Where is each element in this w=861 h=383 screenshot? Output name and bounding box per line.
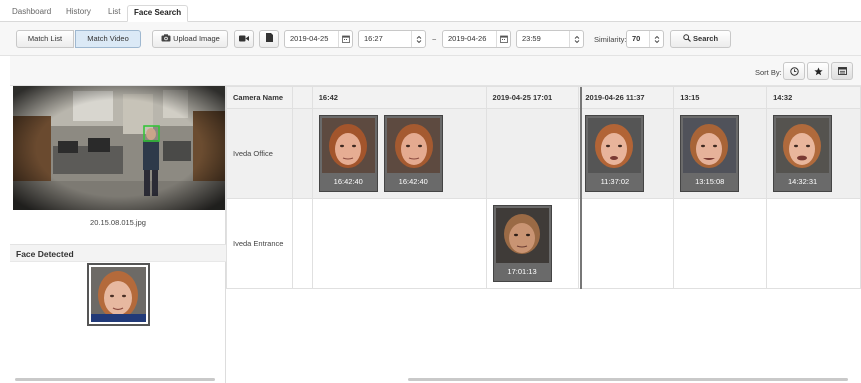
similarity-value: 70	[632, 34, 641, 43]
face-image	[495, 208, 549, 263]
video-camera-icon	[239, 35, 249, 42]
match-thumbnail[interactable]: 11:37:02	[585, 115, 645, 192]
sort-toolbar: Sort By:	[226, 56, 861, 86]
upload-image-label: Upload Image	[173, 34, 220, 43]
source-image-panel: 20.15.08.015.jpg Face Detected	[10, 56, 226, 383]
start-time-field[interactable]: 16:27	[358, 30, 426, 48]
grid-horizontal-scrollbar[interactable]	[408, 378, 848, 381]
match-list-button[interactable]: Match List	[16, 30, 74, 48]
match-cell: 17:01:13	[485, 198, 580, 289]
match-thumbnail[interactable]: 16:42:40	[318, 115, 378, 192]
similarity-stepper-icon[interactable]	[649, 31, 663, 47]
tab-face-search[interactable]: Face Search	[127, 5, 189, 22]
search-toolbar: Match List Match Video Upload Image 2019…	[0, 22, 861, 56]
search-button[interactable]: Search	[670, 30, 731, 48]
empty-cell	[766, 198, 861, 289]
detected-face-thumbnail[interactable]	[87, 263, 150, 326]
face-detected-heading: Face Detected	[10, 244, 226, 262]
time-stepper-icon[interactable]	[569, 31, 583, 47]
match-timestamp: 17:01:13	[507, 267, 537, 276]
similarity-label: Similarity:	[594, 35, 627, 44]
sort-by-rating-button[interactable]	[807, 62, 829, 80]
face-image	[683, 118, 737, 173]
camera-name-cell: Iveda Entrance	[226, 198, 293, 289]
search-label: Search	[693, 34, 719, 43]
table-row: Iveda Office 16:42:40 16:42:40 11:37:02 …	[226, 108, 861, 199]
date-divider-line	[580, 87, 582, 289]
tab-list[interactable]: List	[108, 5, 120, 22]
results-grid-panel: Sort By: Camera Name 16:42 2019-04-25 17…	[226, 56, 861, 383]
match-cell: 13:15:08	[673, 108, 768, 199]
end-time-value: 23:59	[522, 34, 541, 43]
results-table: Camera Name 16:42 2019-04-25 17:01 2019-…	[226, 86, 861, 289]
tab-history[interactable]: History	[66, 5, 91, 22]
match-cell: 16:42:40 16:42:40	[311, 108, 487, 199]
end-time-field[interactable]: 23:59	[516, 30, 584, 48]
column-header: 2019-04-25 17:01	[485, 86, 580, 109]
match-timestamp: 16:42:40	[333, 177, 363, 186]
sort-by-label: Sort By:	[755, 68, 782, 77]
start-date-field[interactable]: 2019-04-25	[284, 30, 353, 48]
face-image	[588, 118, 642, 173]
document-icon	[265, 33, 273, 42]
upload-image-button[interactable]: Upload Image	[152, 30, 228, 48]
match-timestamp: 14:32:31	[787, 177, 818, 186]
column-header	[291, 86, 313, 109]
source-filename: 20.15.08.015.jpg	[90, 218, 146, 227]
similarity-input[interactable]: 70	[626, 30, 664, 48]
empty-cell	[673, 198, 768, 289]
calendar-icon[interactable]	[338, 31, 352, 47]
table-row: Iveda Entrance 17:01:13	[226, 198, 861, 289]
start-time-value: 16:27	[364, 34, 383, 43]
face-image	[776, 118, 830, 173]
match-cell: 14:32:31	[766, 108, 861, 199]
camera-icon	[161, 34, 171, 42]
match-timestamp: 11:37:02	[600, 177, 630, 186]
match-timestamp: 13:15:08	[695, 177, 725, 186]
match-thumbnail[interactable]: 16:42:40	[383, 115, 443, 192]
match-cell: 11:37:02	[578, 108, 675, 199]
column-header: 13:15	[673, 86, 768, 109]
sort-by-time-button[interactable]	[783, 62, 805, 80]
end-date-value: 2019-04-26	[448, 34, 487, 43]
camera-name-cell: Iveda Office	[226, 108, 293, 199]
clock-icon	[789, 66, 799, 76]
match-timestamp: 16:42:40	[398, 177, 428, 186]
source-panel-header	[10, 56, 226, 86]
video-view-button[interactable]	[234, 30, 254, 48]
empty-cell	[291, 108, 313, 199]
match-thumbnail[interactable]: 14:32:31	[773, 115, 833, 192]
table-header-row: Camera Name 16:42 2019-04-25 17:01 2019-…	[226, 86, 861, 109]
top-tab-bar: Dashboard History List Face Search	[0, 0, 861, 22]
range-separator: ~	[432, 35, 437, 44]
match-video-button[interactable]: Match Video	[75, 30, 141, 48]
face-image	[321, 118, 375, 173]
source-snapshot-image	[13, 86, 225, 210]
empty-cell	[311, 198, 487, 289]
column-header: 2019-04-26 11:37	[578, 86, 675, 109]
document-view-button[interactable]	[259, 30, 279, 48]
column-header: 14:32	[766, 86, 861, 109]
search-icon	[683, 34, 691, 42]
match-thumbnail[interactable]: 17:01:13	[492, 205, 552, 282]
grid-view-button[interactable]	[831, 62, 853, 80]
face-image	[386, 118, 440, 173]
empty-cell	[291, 198, 313, 289]
star-icon	[813, 66, 823, 75]
grid-icon	[837, 67, 847, 75]
end-date-field[interactable]: 2019-04-26	[442, 30, 511, 48]
column-header: Camera Name	[226, 86, 293, 109]
left-horizontal-scrollbar[interactable]	[15, 378, 215, 381]
tab-dashboard[interactable]: Dashboard	[12, 5, 51, 22]
empty-cell	[578, 198, 675, 289]
start-date-value: 2019-04-25	[290, 34, 329, 43]
column-header: 16:42	[311, 86, 487, 109]
empty-cell	[485, 108, 580, 199]
time-stepper-icon[interactable]	[411, 31, 425, 47]
calendar-icon[interactable]	[496, 31, 510, 47]
match-thumbnail[interactable]: 13:15:08	[680, 115, 740, 192]
